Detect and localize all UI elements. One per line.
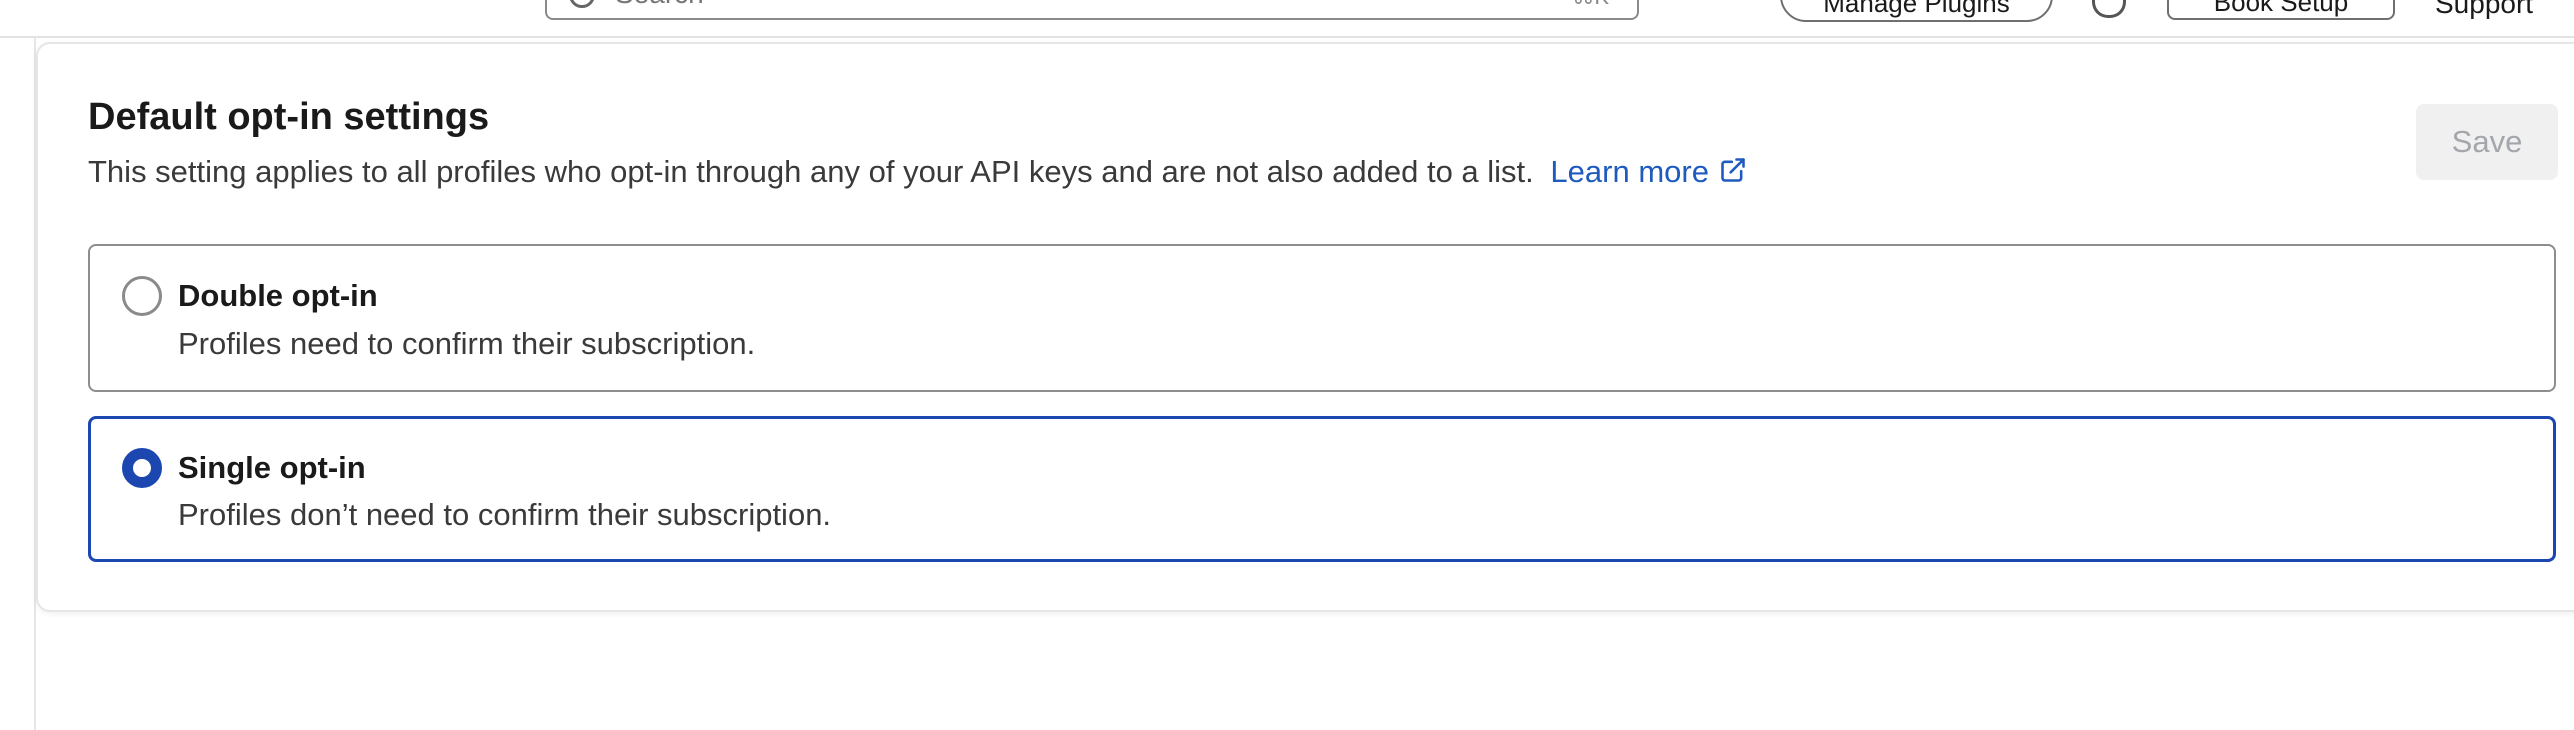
option-label: Double opt-in — [178, 278, 378, 313]
learn-more-label: Learn more — [1550, 154, 1709, 189]
learn-more-link[interactable]: Learn more — [1550, 154, 1747, 189]
option-label: Single opt-in — [178, 450, 366, 485]
manage-plugins-button[interactable]: Manage Plugins — [1780, 0, 2053, 22]
option-description: Profiles need to confirm their subscript… — [178, 326, 756, 361]
search-icon — [569, 0, 595, 8]
radio-checked-icon[interactable] — [122, 448, 162, 488]
left-rail — [0, 38, 36, 730]
search-box[interactable]: ⌘K — [545, 0, 1639, 20]
radio-unchecked-icon[interactable] — [122, 276, 162, 316]
book-setup-button[interactable]: Book Setup — [2167, 0, 2395, 20]
card-title: Default opt-in settings — [88, 96, 490, 138]
option-single-opt-in[interactable]: Single opt-in Profiles don’t need to con… — [88, 416, 2556, 562]
opt-in-settings-card: Default opt-in settings This setting app… — [36, 42, 2574, 612]
card-description: This setting applies to all profiles who… — [88, 154, 1747, 190]
card-description-text: This setting applies to all profiles who… — [88, 154, 1534, 189]
search-shortcut-hint: ⌘K — [1572, 0, 1609, 10]
option-double-opt-in[interactable]: Double opt-in Profiles need to confirm t… — [88, 244, 2556, 392]
bell-icon[interactable] — [2092, 0, 2126, 18]
option-description: Profiles don’t need to confirm their sub… — [178, 497, 832, 532]
external-link-icon — [1721, 158, 1745, 182]
search-input[interactable] — [615, 0, 1515, 10]
page: ⌘K Manage Plugins Book Setup Support Def… — [0, 0, 2574, 730]
save-button[interactable]: Save — [2416, 104, 2558, 180]
top-bar: ⌘K Manage Plugins Book Setup Support — [0, 0, 2574, 38]
support-link[interactable]: Support — [2435, 0, 2533, 20]
